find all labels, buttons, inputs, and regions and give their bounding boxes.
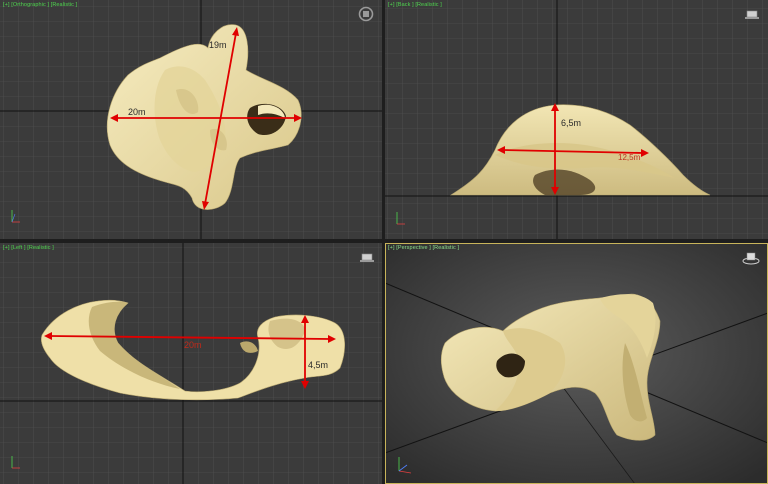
- viewport-label[interactable]: [+] [Orthographic ] [Realistic ]: [3, 2, 77, 8]
- viewport-orthographic[interactable]: 20m 19m [+] [Orthographic ] [Realistic ]: [0, 0, 382, 239]
- viewport-back[interactable]: 6,5m 12,5m [+] [Back ] [Realistic ]: [385, 0, 768, 239]
- dim-label-length: 19m: [209, 40, 227, 50]
- dim-label-width: 20m: [184, 340, 202, 350]
- dim-label-height: 4,5m: [308, 360, 328, 370]
- dim-label-width: 20m: [128, 107, 146, 117]
- viewport-label[interactable]: [+] [Perspective ] [Realistic ]: [388, 245, 459, 251]
- viewport-label[interactable]: [+] [Left ] [Realistic ]: [3, 245, 54, 251]
- viewport-perspective[interactable]: [+] [Perspective ] [Realistic ]: [385, 243, 768, 484]
- axis-tripod-icon: [398, 457, 412, 474]
- viewport-layout: 20m 19m [+] [Orthographic ] [Realistic ]: [0, 0, 768, 484]
- dim-label-width: 12,5m: [618, 153, 641, 162]
- viewport-left[interactable]: 20m 4,5m [+] [Left ] [Realistic ]: [0, 243, 382, 484]
- steering-wheel-icon[interactable]: [358, 6, 374, 22]
- viewcube-icon[interactable]: [360, 253, 374, 263]
- viewcube-icon[interactable]: [742, 251, 760, 265]
- viewcube-icon[interactable]: [745, 10, 759, 20]
- dim-label-height: 6,5m: [561, 118, 581, 128]
- viewport-label[interactable]: [+] [Back ] [Realistic ]: [388, 2, 442, 8]
